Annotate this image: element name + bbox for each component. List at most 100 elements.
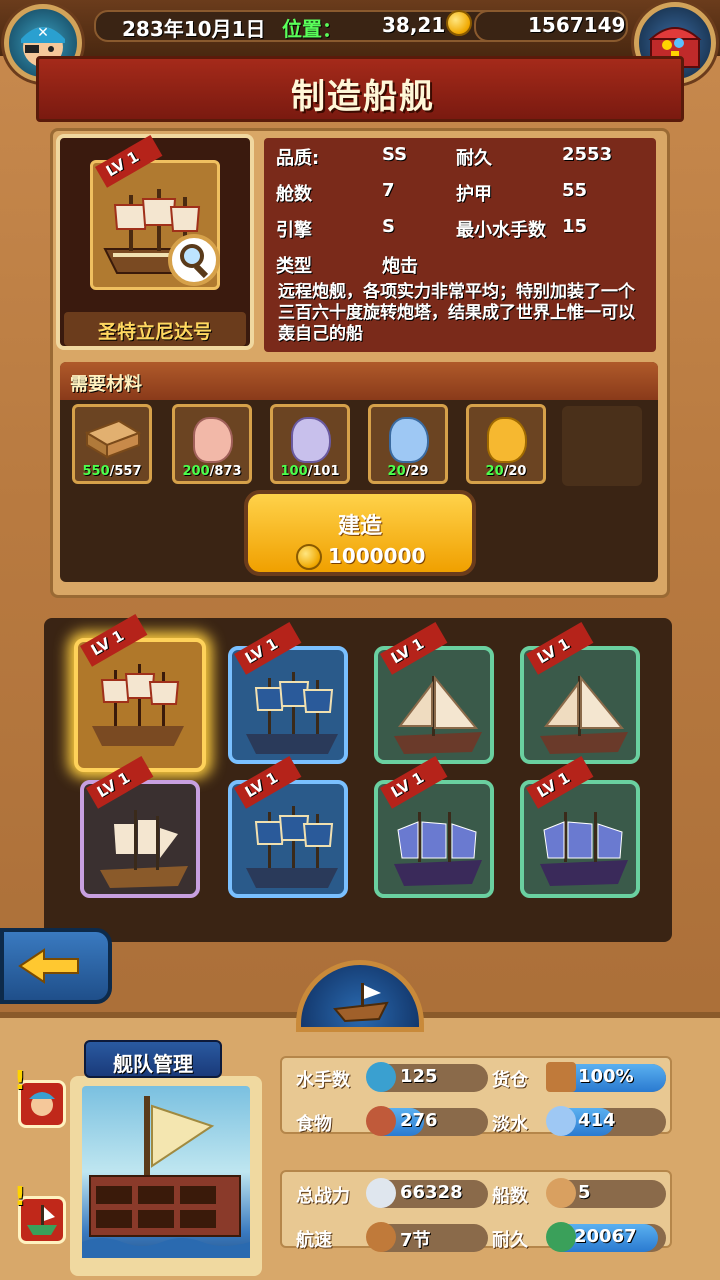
material-slot-blue-ore[interactable]: 20/29 [368, 404, 448, 484]
material-slot-pink-ore[interactable]: 200/873 [172, 404, 252, 484]
ship-icon [540, 675, 628, 754]
ships-label: 船数 [492, 1186, 528, 1207]
position-value: 38,21 [382, 13, 446, 37]
quality-value: SS [382, 144, 408, 165]
ship-icon [394, 675, 482, 754]
ship-card[interactable]: LV 1 [520, 756, 640, 898]
cabins-label: 舱数 [276, 184, 312, 205]
blue-ore-icon [389, 417, 429, 463]
ship-card[interactable]: LV 1 [80, 756, 200, 898]
durability-value: 2553 [562, 144, 613, 165]
level-ribbon: LV 1 [95, 135, 163, 188]
ship-icon [394, 812, 482, 886]
material-count: 20/20 [485, 464, 527, 479]
fleet-ship-image[interactable] [82, 1086, 250, 1258]
armor-label: 护甲 [456, 184, 492, 205]
back-button[interactable] [0, 928, 112, 1004]
sailors-label: 水手数 [296, 1070, 350, 1091]
sailor-icon [29, 1092, 55, 1116]
ship-icon [92, 664, 184, 746]
ship-count-icon [546, 1178, 576, 1208]
power-value: 66328 [400, 1182, 463, 1203]
alert-icon: ! [14, 1182, 26, 1212]
svg-text:✕: ✕ [37, 25, 49, 41]
ship-card[interactable]: LV 1 [374, 622, 494, 764]
sailor-icon [366, 1062, 396, 1092]
inspect-button[interactable] [168, 234, 220, 286]
position-label: 位置： [282, 17, 342, 41]
ship-icon [246, 806, 338, 888]
water-value: 414 [578, 1110, 616, 1131]
water-jug-icon [546, 1106, 576, 1136]
ship-card[interactable]: LV 1 [520, 622, 640, 764]
ship-icon [540, 812, 628, 886]
material-slot-purple-ore[interactable]: 100/101 [270, 404, 350, 484]
durability-label: 耐久 [456, 148, 492, 169]
ship-stats-box: 品质: SS 耐久 2553 舱数 7 护甲 55 引擎 S 最小水手数 15 … [264, 138, 656, 352]
speed-value: 7节 [400, 1230, 431, 1251]
skull-crossbones-icon [366, 1178, 396, 1208]
ship-card[interactable]: LV 1 [228, 756, 348, 898]
material-slot-gold-ore[interactable]: 20/20 [466, 404, 546, 484]
meat-icon [366, 1106, 396, 1136]
cabins-value: 7 [382, 180, 395, 201]
ship-cross-section-icon [82, 1096, 250, 1258]
material-count: 20/29 [387, 464, 429, 479]
materials-header: 需要材料 [60, 362, 658, 400]
armor-value: 55 [562, 180, 588, 201]
ship-icon [246, 672, 338, 754]
fleet-management-tab[interactable]: 舰队管理 [84, 1040, 222, 1078]
gold-ore-icon [487, 417, 527, 463]
engine-value: S [382, 216, 395, 237]
rowboat-icon [333, 983, 389, 1023]
food-value: 276 [400, 1110, 438, 1131]
build-button[interactable]: 建造 1000000 [244, 490, 476, 576]
ship-card[interactable]: LV 1 [374, 756, 494, 898]
cargo-label: 货仓 [492, 1070, 528, 1091]
page-title: 制造船舰 [291, 77, 435, 117]
material-slot-wood[interactable]: 550/557 [72, 404, 152, 484]
fleet-durability-label: 耐久 [492, 1230, 528, 1251]
ship-card[interactable]: LV 1 [74, 614, 206, 772]
gold-coin-icon [296, 544, 322, 570]
ship-icon [100, 810, 188, 888]
crate-icon [546, 1062, 576, 1092]
type-value: 炮击 [382, 256, 418, 277]
type-label: 类型 [276, 256, 312, 277]
purple-ore-icon [291, 417, 331, 463]
gold-amount: 1567149 [528, 13, 626, 37]
pink-ore-icon [193, 417, 233, 463]
gold-coin-icon [446, 10, 472, 36]
arrow-left-icon [18, 948, 79, 984]
ship-level: LV 1 [102, 147, 143, 181]
cargo-value: 100% [578, 1066, 634, 1087]
ship-name-bar: 圣特立尼达号 [64, 312, 246, 346]
material-count: 550/557 [82, 464, 142, 479]
wood-plank-icon [84, 419, 142, 459]
min-crew-value: 15 [562, 216, 588, 237]
ship-icon [27, 1205, 57, 1235]
ship-card[interactable]: LV 1 [228, 622, 348, 764]
ship-description: 远程炮舰，各项实力非常平均；特别加装了一个三百六十度旋转炮塔，结果成了世界上惟一… [278, 282, 635, 344]
helm-button[interactable] [296, 960, 424, 1032]
material-count: 100/101 [280, 464, 340, 479]
magnifier-icon [180, 244, 209, 279]
power-label: 总战力 [296, 1186, 350, 1207]
water-label: 淡水 [492, 1114, 528, 1135]
material-count: 200/873 [182, 464, 242, 479]
ship-name: 圣特立尼达号 [97, 321, 212, 343]
material-slot-empty [562, 406, 642, 486]
materials-title: 需要材料 [70, 374, 142, 395]
build-label: 建造 [337, 514, 382, 539]
sailors-value: 125 [400, 1066, 438, 1087]
min-crew-label: 最小水手数 [456, 220, 546, 241]
hull-repair-icon [546, 1222, 576, 1252]
speed-label: 航速 [296, 1230, 332, 1251]
alert-icon: ! [14, 1066, 26, 1096]
fleet-durability-value: 20067 [574, 1226, 637, 1247]
engine-label: 引擎 [276, 220, 312, 241]
fleet-management-label: 舰队管理 [113, 1052, 193, 1076]
ships-value: 5 [578, 1182, 591, 1203]
quality-label: 品质: [276, 148, 320, 169]
title-banner: 制造船舰 [36, 56, 684, 122]
